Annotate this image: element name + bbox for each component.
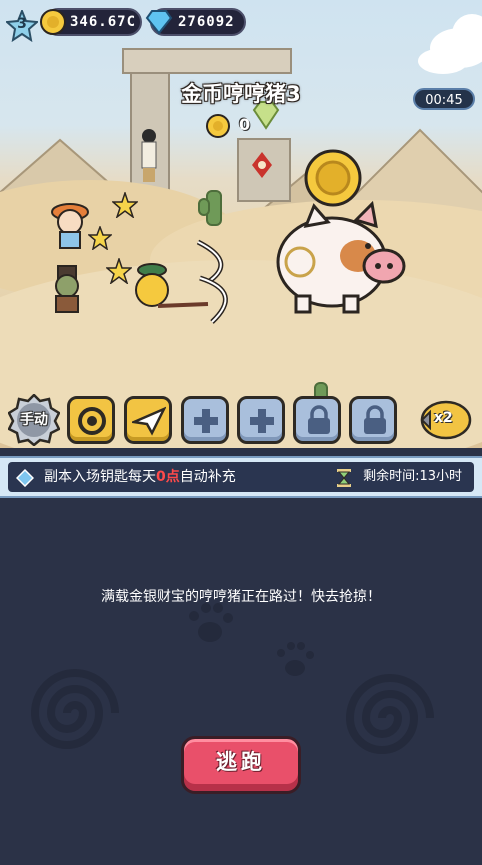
whirlwind-icon <box>78 407 106 435</box>
egyptian-figure-icon <box>141 129 157 182</box>
manual-mode-label: 手动 <box>20 412 48 428</box>
gold-coin-icon <box>40 9 66 35</box>
cloud-decoration <box>418 48 468 74</box>
plus-icon <box>194 409 218 433</box>
red-eye-emblem-icon <box>252 152 272 178</box>
temple-lintel <box>122 48 292 74</box>
skill-slot-empty[interactable] <box>237 396 285 444</box>
flee-button-label: 逃跑 <box>216 750 266 774</box>
spiral-decoration <box>30 669 119 749</box>
flee-button[interactable]: 逃跑 <box>181 736 301 794</box>
cactus-decoration <box>198 198 210 216</box>
skill-slot-whirlwind[interactable] <box>67 396 115 444</box>
notice-text-highlight: 0点 <box>156 469 180 485</box>
notice-text: 副本入场钥匙每天0点自动补充 <box>44 462 236 492</box>
event-message: 满载金银财宝的哼哼猪正在路过！快去抢掠！ <box>101 589 381 605</box>
star-icon <box>112 192 138 218</box>
plus-icon <box>250 409 274 433</box>
diamond-marker-icon <box>16 469 34 487</box>
hero-goblin <box>55 265 79 313</box>
stage-title: 金币哼哼猪3 <box>181 82 301 106</box>
star-icon <box>88 226 112 250</box>
manual-mode-button[interactable]: 手动 <box>8 394 60 446</box>
lock-icon <box>364 405 386 434</box>
notice-inner: 副本入场钥匙每天0点自动补充 剩余时间:13小时 <box>8 462 474 492</box>
skill-slot-locked[interactable] <box>293 396 341 444</box>
skill-slot-paper-plane[interactable] <box>124 396 172 444</box>
skill-slot-empty[interactable] <box>181 396 229 444</box>
skill-slot-locked[interactable] <box>349 396 397 444</box>
gem-amount: 276092 <box>178 14 235 30</box>
speed-toggle-button[interactable]: x2 <box>418 398 472 442</box>
gold-coin-icon <box>206 114 230 138</box>
piggy-bank-boss <box>276 200 406 314</box>
coins-collected-value: 0 <box>239 115 251 134</box>
paper-plane-icon <box>132 406 166 436</box>
hourglass-icon <box>337 469 351 487</box>
notice-text-before: 副本入场钥匙每天 <box>44 469 156 485</box>
notice-text-after: 自动补充 <box>179 469 236 485</box>
paw-print-decoration <box>277 642 314 676</box>
spiral-decoration <box>345 674 434 754</box>
battle-scene: 3 346.67C 276092 00:45 金币哼哼猪3 0 手动 x2 <box>0 0 482 448</box>
lock-icon <box>308 405 330 434</box>
speed-label: x2 <box>434 410 453 426</box>
notice-bar: 副本入场钥匙每天0点自动补充 剩余时间:13小时 <box>0 456 482 498</box>
skill-bar: 手动 x2 <box>0 392 482 448</box>
diamond-icon <box>145 10 173 35</box>
player-level: 3 <box>17 16 27 32</box>
gold-amount: 346.67C <box>70 14 137 30</box>
event-panel: 满载金银财宝的哼哼猪正在路过！快去抢掠！ 逃跑 <box>0 498 482 865</box>
hero-duck-spearman <box>135 263 209 308</box>
time-remaining: 剩余时间:13小时 <box>363 469 462 484</box>
gold-coin-icon <box>304 149 362 207</box>
star-icon <box>106 258 132 284</box>
